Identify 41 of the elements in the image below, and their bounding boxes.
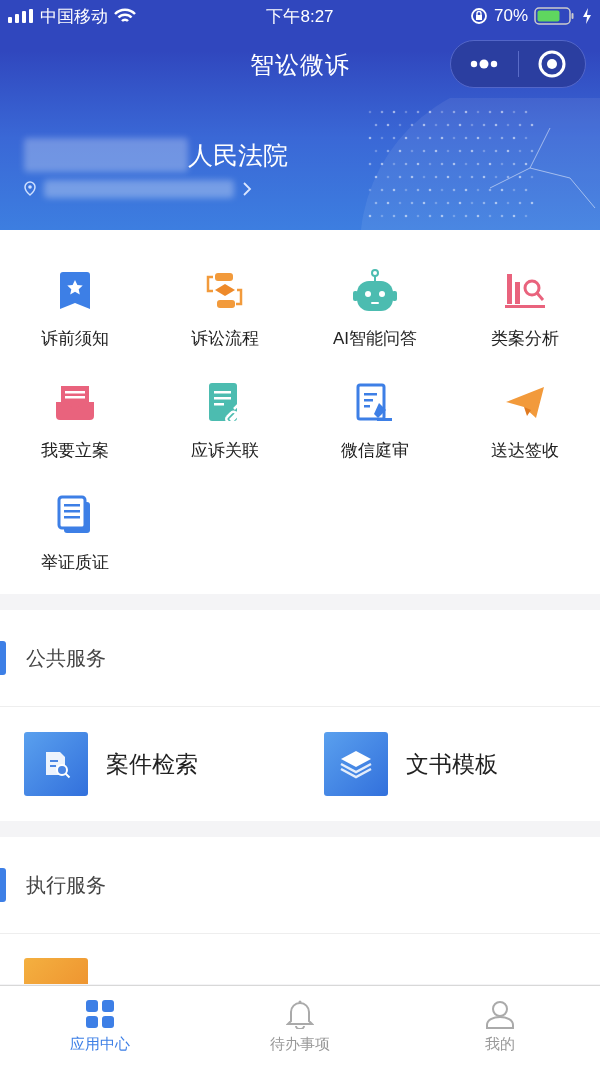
app-shortcut[interactable]: 诉讼流程 <box>150 256 300 350</box>
chart-magnifier-icon <box>504 272 546 310</box>
user-icon <box>485 998 515 1029</box>
section-marker <box>0 868 6 902</box>
court-name: 人民法院 <box>188 139 288 171</box>
document-gavel-icon <box>355 383 395 423</box>
app-title: 智讼微诉 <box>250 50 350 80</box>
status-time: 下午8:27 <box>266 5 334 28</box>
flowchart-icon <box>205 271 245 311</box>
grid-icon <box>85 998 115 1029</box>
app-shortcut[interactable]: 应诉关联 <box>150 368 300 462</box>
paper-plane-icon <box>504 385 546 421</box>
charging-icon <box>582 8 592 24</box>
carrier-name: 中国移动 <box>40 5 108 28</box>
chevron-right-icon <box>242 181 252 197</box>
section-title: 公共服务 <box>26 645 106 671</box>
app-shortcut[interactable]: 类案分析 <box>450 256 600 350</box>
app-shortcut[interactable]: AI智能问答 <box>300 256 450 350</box>
target-icon <box>537 50 566 78</box>
inbox-tray-icon <box>54 384 96 422</box>
bell-icon <box>286 998 314 1029</box>
battery-icon <box>534 7 576 25</box>
section-title: 执行服务 <box>26 872 106 898</box>
service-item[interactable]: 文书模板 <box>300 707 600 821</box>
bookmark-star-icon <box>57 271 93 311</box>
battery-percent: 70% <box>493 6 528 26</box>
layers-icon <box>339 749 373 779</box>
signal-icon <box>8 9 34 23</box>
tab[interactable]: 应用中心 <box>0 986 200 1072</box>
app-shortcut[interactable]: 举证质证 <box>0 480 150 574</box>
section-marker <box>0 641 6 675</box>
robot-icon <box>352 269 398 313</box>
more-icon <box>469 59 500 69</box>
rotation-lock-icon <box>469 7 488 25</box>
wifi-icon <box>114 8 136 24</box>
app-shortcut[interactable]: 微信庭审 <box>300 368 450 462</box>
location-pin-icon <box>24 181 36 197</box>
app-shortcut[interactable]: 我要立案 <box>0 368 150 462</box>
app-shortcut[interactable]: 诉前须知 <box>0 256 150 350</box>
service-item[interactable]: 案件检索 <box>0 707 300 821</box>
app-shortcut[interactable]: 送达签收 <box>450 368 600 462</box>
